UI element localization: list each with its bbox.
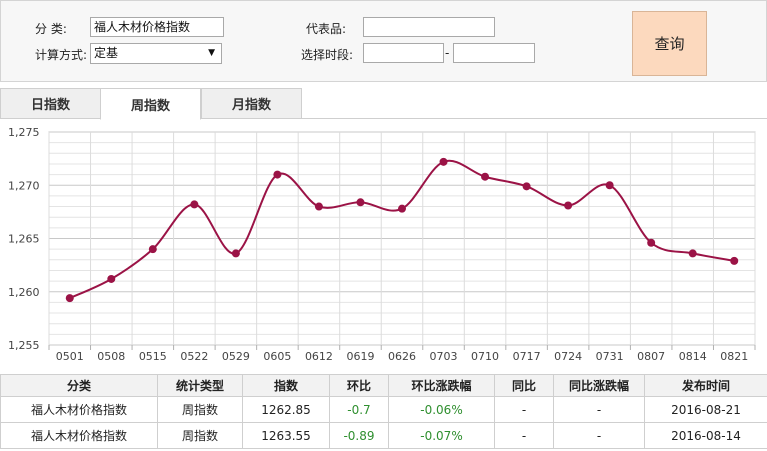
table-cell: -0.07% [388,422,495,449]
data-point [688,249,697,258]
table-cell: 周指数 [157,396,243,423]
tab-monthly-index[interactable]: 月指数 [201,88,302,119]
column-header: 指数 [242,374,330,397]
tab-weekly-index[interactable]: 周指数 [100,88,201,120]
x-tick-label: 0807 [637,350,665,363]
table-cell: 福人木材价格指数 [0,422,158,449]
table-row: 福人木材价格指数 周指数 1263.55 -0.89 -0.07% - - 20… [0,422,767,449]
data-point [314,202,323,211]
x-tick-label: 0724 [554,350,582,363]
data-point [273,170,282,179]
data-point [730,256,739,265]
x-tick-label: 0710 [471,350,499,363]
tab-daily-index[interactable]: 日指数 [0,88,101,119]
table-cell: -0.06% [388,396,495,423]
data-point [605,181,614,190]
method-label: 计算方式: [35,48,88,62]
column-header: 发布时间 [644,374,767,397]
x-tick-label: 0522 [180,350,208,363]
data-point [107,274,116,283]
table-cell: -0.89 [329,422,389,449]
column-header: 分类 [0,374,158,397]
x-tick-label: 0717 [513,350,541,363]
column-header: 统计类型 [157,374,243,397]
table-cell: - [553,422,645,449]
x-tick-label: 0529 [222,350,250,363]
y-tick-label: 1,265 [8,233,40,246]
y-tick-label: 1,255 [8,339,40,352]
x-tick-label: 0731 [596,350,624,363]
representative-input[interactable] [363,17,495,37]
x-tick-label: 0605 [263,350,291,363]
data-point [398,204,406,213]
y-tick-label: 1,275 [8,126,40,139]
table-cell: - [494,422,554,449]
x-tick-label: 0619 [346,350,374,363]
period-separator: - [445,46,450,60]
data-point [148,245,157,254]
table-header-row: 分类 统计类型 指数 环比 环比涨跌幅 同比 同比涨跌幅 发布时间 [0,374,767,397]
data-point [439,157,448,166]
dropdown-arrow-icon: ▼ [208,48,215,58]
period-end-input[interactable] [453,43,535,63]
column-header: 同比涨跌幅 [553,374,645,397]
x-tick-label: 0612 [305,350,333,363]
period-label: 选择时段: [301,48,354,62]
table-cell: 2016-08-14 [644,422,767,449]
index-table: 分类 统计类型 指数 环比 环比涨跌幅 同比 同比涨跌幅 发布时间 福人木材价格… [0,374,767,449]
table-cell: 周指数 [157,422,243,449]
representative-label: 代表品: [306,22,347,36]
x-tick-label: 0626 [388,350,416,363]
data-point [356,198,365,207]
index-tabs: 日指数 周指数 月指数 [0,88,767,120]
column-header: 环比 [329,374,389,397]
data-point [231,249,240,258]
table-cell: - [553,396,645,423]
table-cell: 1262.85 [242,396,330,423]
data-point [647,238,656,247]
method-select-value: 定基 [94,46,119,60]
x-tick-label: 0501 [56,350,84,363]
x-tick-label: 0515 [139,350,167,363]
table-cell: - [494,396,554,423]
table-cell: 1263.55 [242,422,330,449]
weekly-index-chart: 1,255 1,260 1,265 1,270 1,275 0501 0508 0515 052… [0,120,767,368]
table-cell: 福人木材价格指数 [0,396,158,423]
column-header: 环比涨跌幅 [388,374,495,397]
y-tick-label: 1,270 [8,179,40,192]
x-tick-label: 0508 [97,350,125,363]
data-point [190,200,199,209]
x-tick-label: 0821 [720,350,748,363]
data-point [65,294,74,303]
x-tick-label: 0814 [679,350,707,363]
query-button[interactable]: 查询 [632,11,707,76]
data-point [481,172,490,181]
y-tick-label: 1,260 [8,286,40,299]
category-label: 分 类: [35,22,67,36]
column-header: 同比 [494,374,554,397]
table-row: 福人木材价格指数 周指数 1262.85 -0.7 -0.06% - - 201… [0,396,767,423]
table-cell: -0.7 [329,396,389,423]
line-chart-svg: 1,255 1,260 1,265 1,270 1,275 0501 0508 0515 052… [8,126,756,363]
data-point [522,182,531,191]
category-input[interactable]: 福人木材价格指数 [90,17,224,37]
period-start-input[interactable] [363,43,444,63]
table-cell: 2016-08-21 [644,396,767,423]
data-point [564,201,573,210]
x-tick-label: 0703 [430,350,458,363]
method-select[interactable]: 定基 ▼ [90,43,222,64]
filter-panel: 分 类: 福人木材价格指数 计算方式: 定基 ▼ 代表品: 选择时段: - 查询 [0,0,767,82]
